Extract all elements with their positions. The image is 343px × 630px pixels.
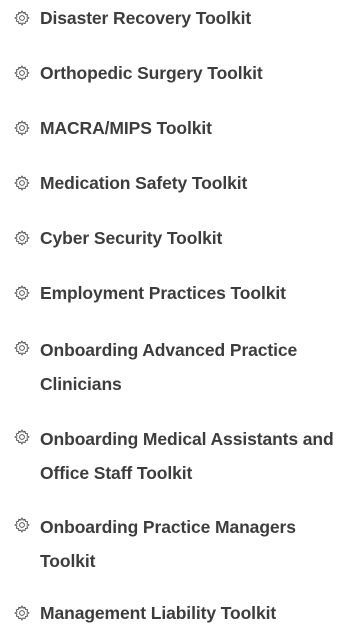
toolkit-link[interactable]: Onboarding Advanced Practice Clinicians <box>40 333 320 401</box>
gear-icon <box>13 174 31 192</box>
toolkit-link[interactable]: MACRA/MIPS Toolkit <box>40 111 340 145</box>
toolkit-link[interactable]: Management Liability Toolkit <box>40 596 340 630</box>
toolkit-link[interactable]: Onboarding Medical Assistants and Office… <box>40 422 343 490</box>
toolkit-link[interactable]: Medication Safety Toolkit <box>40 166 340 200</box>
gear-icon <box>13 64 31 82</box>
gear-icon <box>13 516 31 534</box>
gear-icon <box>13 119 31 137</box>
toolkit-link[interactable]: Cyber Security Toolkit <box>40 221 340 255</box>
gear-icon <box>13 604 31 622</box>
toolkit-link[interactable]: Orthopedic Surgery Toolkit <box>40 56 340 90</box>
gear-icon <box>13 339 31 357</box>
toolkit-link[interactable]: Disaster Recovery Toolkit <box>40 1 340 35</box>
gear-icon <box>13 9 31 27</box>
toolkit-link[interactable]: Employment Practices Toolkit <box>40 276 340 310</box>
gear-icon <box>13 284 31 302</box>
toolkit-link[interactable]: Onboarding Practice Managers Toolkit <box>40 510 320 578</box>
gear-icon <box>13 229 31 247</box>
gear-icon <box>13 428 31 446</box>
